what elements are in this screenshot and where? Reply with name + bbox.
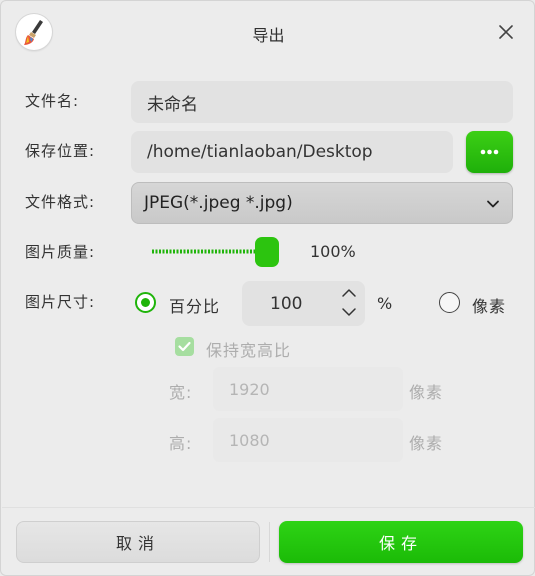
width-label: 宽: [169, 383, 193, 402]
quality-slider-track[interactable] [152, 249, 258, 254]
decrement-button[interactable] [338, 304, 360, 320]
width-input[interactable]: 1920 [213, 367, 403, 411]
browse-button[interactable] [466, 131, 513, 173]
height-value: 1080 [229, 430, 270, 450]
dialog-title: 导出 [252, 26, 285, 45]
location-label: 保存位置: [25, 142, 96, 160]
close-icon[interactable] [493, 19, 519, 45]
width-value: 1920 [229, 379, 270, 399]
chevron-down-small-icon [342, 308, 356, 316]
format-label: 文件格式: [25, 193, 96, 211]
keep-ratio-checkbox[interactable] [175, 337, 194, 356]
quality-slider-thumb[interactable] [255, 237, 279, 267]
footer-divider [2, 507, 535, 508]
width-unit: 像素 [409, 383, 444, 402]
pixel-option-label: 像素 [472, 297, 507, 316]
height-input[interactable]: 1080 [213, 418, 403, 462]
format-select[interactable]: JPEG(*.jpeg *.jpg) [131, 182, 513, 224]
format-selected-value: JPEG(*.jpeg *.jpg) [144, 193, 293, 213]
percent-radio[interactable] [135, 292, 156, 313]
chevron-up-icon [342, 289, 356, 297]
keep-ratio-label: 保持宽高比 [206, 341, 292, 360]
pixel-radio[interactable] [439, 292, 460, 313]
percent-option-label: 百分比 [169, 297, 221, 316]
quality-value: 100% [310, 242, 356, 261]
percent-unit: % [377, 294, 394, 313]
quality-label: 图片质量: [25, 243, 96, 261]
chevron-down-icon [487, 200, 499, 208]
export-dialog: 导出 文件名: 未命名 保存位置: /home/tianlaoban/Deskt… [0, 0, 535, 576]
filename-input[interactable]: 未命名 [131, 81, 513, 123]
more-dots-icon [480, 149, 499, 155]
height-unit: 像素 [409, 434, 444, 453]
height-label: 高: [169, 434, 193, 453]
location-input[interactable]: /home/tianlaoban/Desktop [131, 131, 453, 173]
size-label: 图片尺寸: [25, 293, 96, 311]
cancel-button[interactable]: 取消 [16, 521, 260, 563]
close-button[interactable] [493, 19, 519, 45]
filename-label: 文件名: [25, 92, 80, 110]
button-divider [269, 522, 270, 562]
increment-button[interactable] [338, 285, 360, 301]
checkmark-icon [178, 341, 191, 352]
save-button[interactable]: 保存 [279, 521, 523, 563]
percent-value: 100 [270, 293, 303, 314]
